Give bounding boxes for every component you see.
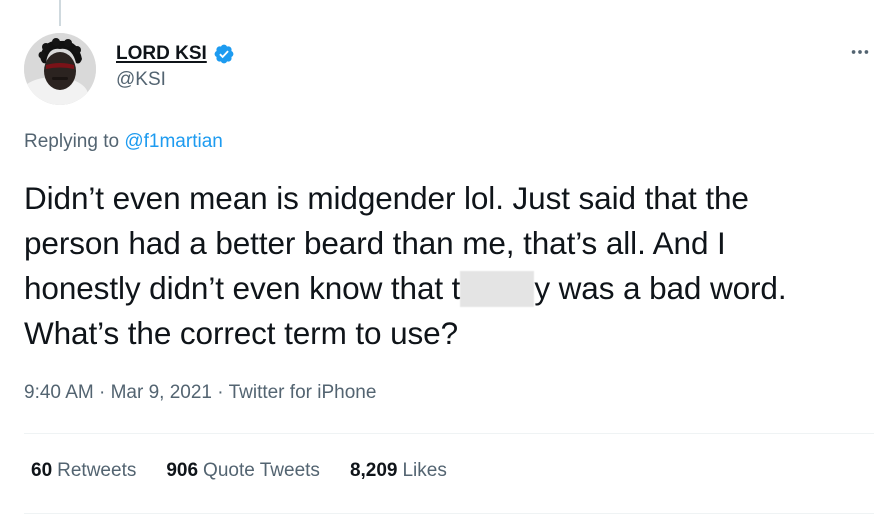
author-handle[interactable]: @KSI xyxy=(116,69,235,91)
likes-count: 8,209 xyxy=(349,460,398,481)
tweet-text-line-3: honestly didn’t even know that t y was a … xyxy=(24,266,874,311)
tweet-text-line-3-start: honestly didn’t even know that t xyxy=(24,270,461,306)
likes-stat-link[interactable]: 8,209 Likes xyxy=(350,460,447,482)
divider-top xyxy=(24,433,874,434)
divider-bottom xyxy=(24,513,874,514)
meta-separator: · xyxy=(93,382,111,403)
avatar[interactable] xyxy=(24,33,96,105)
author-display-name[interactable]: LORD KSI xyxy=(116,43,207,65)
tweet-text-line-1: Didn’t even mean is midgender lol. Just … xyxy=(24,180,749,216)
tweet-date-link[interactable]: Mar 9, 2021 xyxy=(111,382,212,403)
quote-tweets-stat-link[interactable]: 906 Quote Tweets xyxy=(166,460,320,482)
replying-to-prefix: Replying to xyxy=(24,131,120,152)
tweet-stats: 60 Retweets 906 Quote Tweets 8,209 Likes xyxy=(31,460,447,482)
retweets-stat-link[interactable]: 60 Retweets xyxy=(31,460,136,482)
retweets-label: Retweets xyxy=(57,460,137,481)
author-block: LORD KSI @KSI xyxy=(116,40,235,91)
retweets-count: 60 xyxy=(31,460,53,481)
avatar-image xyxy=(24,33,96,105)
tweet-meta: 9:40 AM · Mar 9, 2021 · Twitter for iPho… xyxy=(24,382,376,404)
author-name-row: LORD KSI xyxy=(116,40,235,68)
tweet-text: Didn’t even mean is midgender lol. Just … xyxy=(24,176,874,356)
tweet-text-line-4: What’s the correct term to use? xyxy=(24,315,458,351)
thread-connector-line xyxy=(59,0,61,26)
tweet-time-link[interactable]: 9:40 AM xyxy=(24,382,94,403)
meta-separator: · xyxy=(212,382,229,403)
redacted-word-blur xyxy=(460,271,535,307)
tweet-source-link[interactable]: Twitter for iPhone xyxy=(229,382,377,403)
tweet-text-line-2: person had a better beard than me, that’… xyxy=(24,225,726,261)
verified-badge-icon xyxy=(213,43,235,65)
quote-tweets-label: Quote Tweets xyxy=(203,460,320,481)
tweet-text-line-3-end: y was a bad word. xyxy=(534,270,787,306)
replying-to-line: Replying to @f1martian xyxy=(24,131,223,153)
replying-to-mention-link[interactable]: @f1martian xyxy=(124,131,223,152)
likes-label: Likes xyxy=(402,460,447,481)
more-options-icon[interactable] xyxy=(846,38,874,66)
quote-tweets-count: 906 xyxy=(166,460,199,481)
